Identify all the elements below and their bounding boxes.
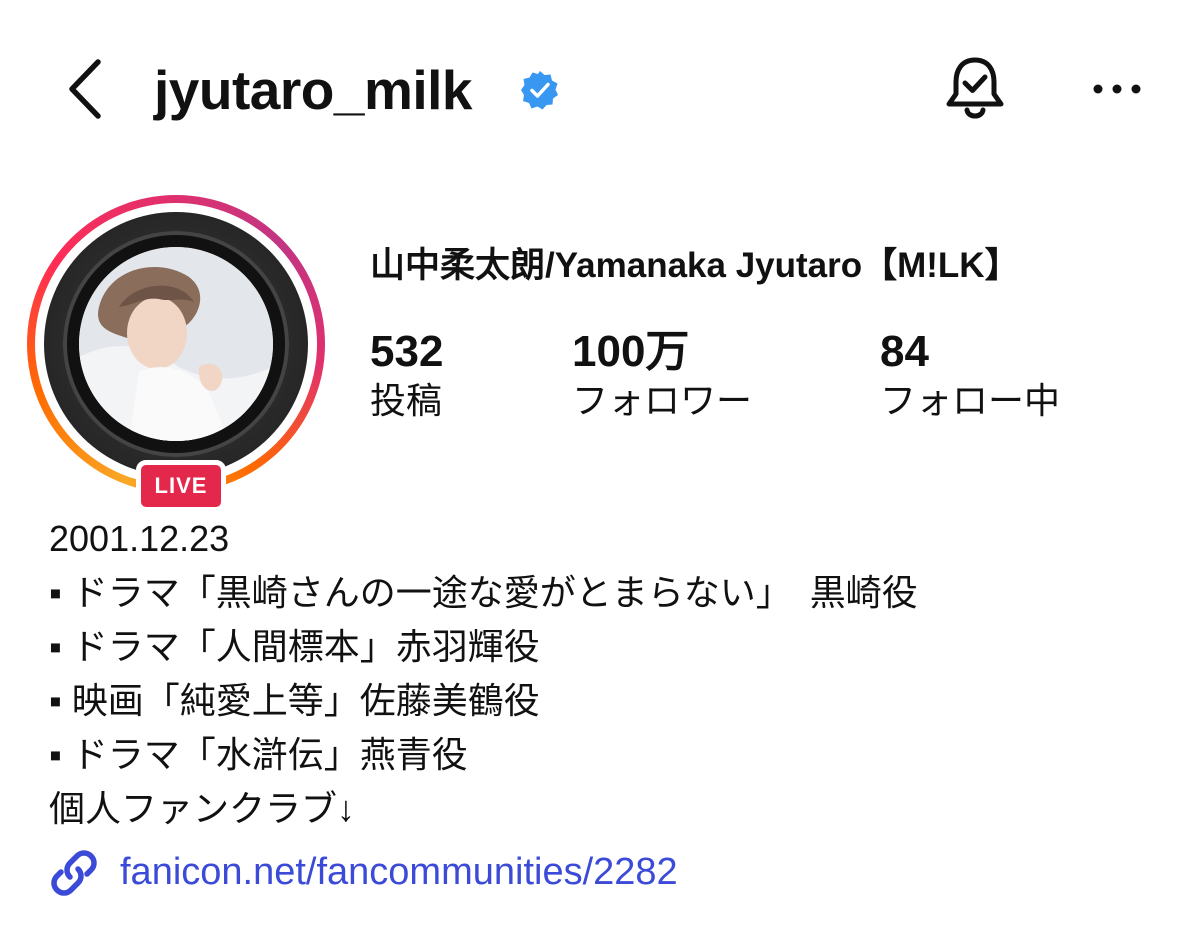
stat-posts[interactable]: 532 投稿 bbox=[370, 326, 443, 424]
profile-username: jyutaro_milk bbox=[154, 59, 473, 121]
back-chevron-icon bbox=[69, 59, 101, 119]
more-horizontal-icon bbox=[1093, 84, 1141, 94]
stat-followers-label: フォロワー bbox=[572, 380, 753, 421]
verified-badge-icon bbox=[520, 70, 560, 110]
stat-following-count: 84 bbox=[880, 327, 929, 376]
stat-followers[interactable]: 100万 フォロワー bbox=[572, 326, 752, 424]
bio-line: 個人ファンクラブ↓ bbox=[49, 788, 356, 829]
profile-avatar[interactable] bbox=[27, 195, 325, 493]
stat-posts-label: 投稿 bbox=[370, 380, 443, 421]
bio-line: 2001.12.23 bbox=[49, 518, 230, 559]
stat-following-label: フォロー中 bbox=[880, 380, 1061, 421]
bio-line: ▪ 映画「純愛上等」佐藤美鶴役 bbox=[49, 680, 540, 721]
bio-line: ▪ ドラマ「人間標本」赤羽輝役 bbox=[49, 626, 540, 667]
stat-posts-count: 532 bbox=[370, 327, 444, 376]
live-badge[interactable]: LIVE bbox=[136, 460, 226, 512]
bio-line: ▪ ドラマ「水滸伝」燕青役 bbox=[49, 734, 468, 775]
back-button[interactable] bbox=[62, 56, 112, 122]
bio-line: ▪ ドラマ「黒崎さんの一途な愛がとまらない」 黒崎役 bbox=[49, 572, 918, 613]
avatar-photo bbox=[79, 247, 273, 441]
stat-followers-count: 100万 bbox=[572, 327, 690, 376]
profile-bio: 2001.12.23 ▪ ドラマ「黒崎さんの一途な愛がとまらない」 黒崎役 ▪ … bbox=[49, 512, 918, 836]
more-options-button[interactable] bbox=[1090, 72, 1144, 106]
stat-following[interactable]: 84 フォロー中 bbox=[880, 326, 1060, 424]
profile-full-name: 山中柔太朗/Yamanaka Jyutaro【M!LK】 bbox=[370, 246, 1020, 285]
profile-link-url[interactable]: fanicon.net/fancommunities/2282 bbox=[120, 847, 678, 897]
link-icon bbox=[51, 850, 97, 896]
notification-bell-button[interactable] bbox=[942, 54, 1008, 124]
bell-check-icon bbox=[946, 57, 1004, 119]
